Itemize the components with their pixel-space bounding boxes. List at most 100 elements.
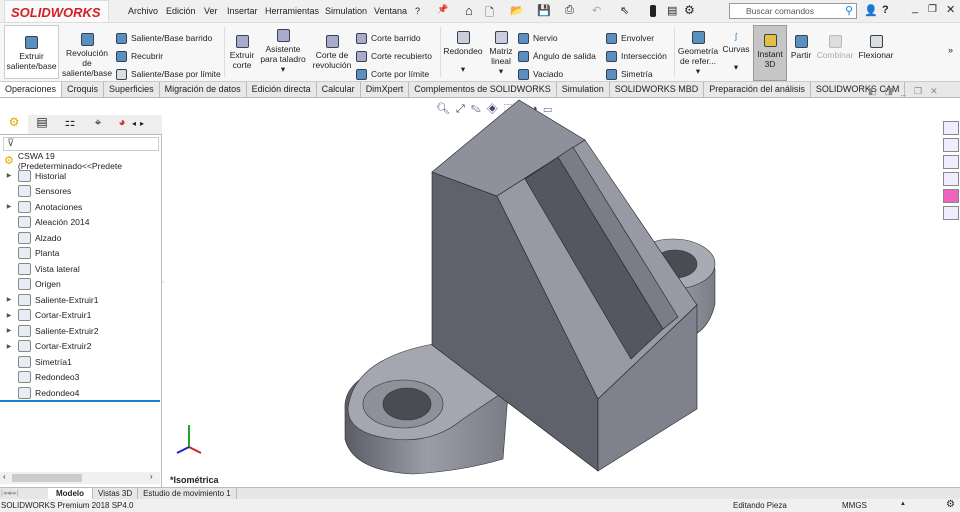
lofted-cut-button[interactable]: Corte recubierto bbox=[356, 47, 432, 65]
graphics-area[interactable]: 🔍︎⤢✎◈⬚◐◑▭ *Isométrica bbox=[163, 99, 960, 487]
swept-cut-button[interactable]: Corte barrido bbox=[356, 29, 432, 47]
display-manager-tab-icon[interactable]: ◕ bbox=[112, 115, 132, 134]
tab-scroll-right-icon[interactable]: ▸ bbox=[136, 115, 144, 134]
print-icon[interactable]: ⎙ bbox=[565, 4, 574, 17]
tab-modelo[interactable]: Modelo bbox=[48, 488, 93, 499]
boundary-cut-button[interactable]: Corte por límite bbox=[356, 65, 432, 83]
boundary-boss-button[interactable]: Saliente/Base por límite bbox=[116, 65, 221, 83]
extruded-cut-button[interactable]: Extruir corte bbox=[228, 35, 256, 70]
tab-motion-study[interactable]: Estudio de movimiento 1 bbox=[138, 488, 237, 499]
tree-item[interactable]: ▶ Cortar-Extruir2 bbox=[0, 339, 91, 354]
help-icon[interactable]: ? bbox=[882, 4, 889, 16]
expand-arrow-icon[interactable]: ▶ bbox=[0, 296, 18, 303]
draft-button[interactable]: Ángulo de salida bbox=[518, 47, 596, 65]
scroll-left-icon[interactable]: ‹ bbox=[3, 472, 6, 481]
expand-arrow-icon[interactable]: ▶ bbox=[0, 172, 18, 179]
tab-dimxpert[interactable]: DimXpert bbox=[361, 82, 410, 97]
tab-calcular[interactable]: Calcular bbox=[317, 82, 361, 97]
menu-ventana[interactable]: Ventana bbox=[374, 6, 407, 16]
minimize-button[interactable]: _ bbox=[912, 2, 918, 14]
tree-item[interactable]: Alzado bbox=[0, 230, 61, 245]
fillet-button[interactable]: Redondeo ▾ bbox=[443, 31, 483, 74]
wrap-button[interactable]: Envolver bbox=[606, 29, 667, 47]
panel-window-controls[interactable]: ◧◨_❐✕ bbox=[868, 86, 946, 97]
file-properties-icon[interactable]: ▤ bbox=[667, 4, 677, 17]
menu-simulation[interactable]: Simulation bbox=[325, 6, 367, 16]
restore-button[interactable]: ❐ bbox=[928, 4, 937, 15]
featuremanager-tab-icon[interactable]: ⚙ bbox=[0, 115, 28, 134]
tree-item[interactable]: Simetría1 bbox=[0, 354, 72, 369]
new-file-icon[interactable]: 🗋 bbox=[485, 4, 494, 23]
revolve-boss-button[interactable]: Revolución de saliente/base bbox=[62, 33, 112, 78]
tab-migraci-n-de-datos[interactable]: Migración de datos bbox=[160, 82, 247, 97]
tree-item[interactable]: Planta bbox=[0, 246, 59, 261]
intersect-button[interactable]: Intersección bbox=[606, 47, 667, 65]
rollback-bar[interactable] bbox=[0, 400, 160, 402]
expand-arrow-icon[interactable]: ▶ bbox=[0, 343, 18, 350]
expand-arrow-icon[interactable]: ▶ bbox=[0, 203, 18, 210]
tree-item[interactable]: Origen bbox=[0, 277, 61, 292]
tree-item[interactable]: ▶ Saliente-Extruir1 bbox=[0, 292, 99, 307]
units-selector[interactable]: MMGS bbox=[842, 501, 867, 510]
tab-vistas-3d[interactable]: Vistas 3D bbox=[93, 488, 139, 499]
split-button[interactable]: Partir bbox=[789, 35, 813, 60]
tab-nav-arrows-icon[interactable]: |◂◂▸▸| bbox=[0, 488, 48, 499]
horizontal-scrollbar[interactable]: ‹ › bbox=[0, 472, 160, 484]
tree-item[interactable]: Redondeo3 bbox=[0, 370, 79, 385]
dimxpert-tab-icon[interactable]: ⌖ bbox=[84, 115, 112, 134]
curves-button[interactable]: ∫ Curvas ▾ bbox=[722, 31, 750, 72]
tree-item[interactable]: Redondeo4 bbox=[0, 385, 79, 400]
tree-root[interactable]: ⚙ CSWA 19 (Predeterminado<<Predete bbox=[0, 151, 161, 171]
tree-item[interactable]: ▶ Historial bbox=[0, 168, 66, 183]
extrude-boss-button[interactable]: Extruir saliente/base bbox=[4, 25, 59, 79]
hole-wizard-button[interactable]: Asistente para taladro ▾ bbox=[259, 29, 307, 74]
tab-complementos-de-solidworks[interactable]: Complementos de SOLIDWORKS bbox=[409, 82, 557, 97]
tab-croquis[interactable]: Croquis bbox=[62, 82, 105, 97]
home-icon[interactable]: ⌂ bbox=[465, 3, 473, 18]
search-commands-input[interactable]: Buscar comandos ⚲ bbox=[729, 3, 857, 19]
menu-insertar[interactable]: Insertar bbox=[227, 6, 258, 16]
reference-geometry-button[interactable]: Geometría de refer... ▾ bbox=[676, 31, 720, 76]
tab-operaciones[interactable]: Operaciones bbox=[0, 82, 63, 97]
rebuild-icon[interactable] bbox=[650, 5, 656, 17]
part-model[interactable] bbox=[163, 99, 960, 487]
tree-item[interactable]: Sensores bbox=[0, 184, 71, 199]
units-dropdown-icon[interactable]: ▲ bbox=[900, 501, 906, 507]
tab-edici-n-directa[interactable]: Edición directa bbox=[247, 82, 317, 97]
propertymanager-tab-icon[interactable]: ▤ bbox=[28, 115, 56, 134]
filter-input[interactable]: ⊽ bbox=[3, 137, 159, 151]
scroll-thumb[interactable] bbox=[12, 474, 82, 482]
close-button[interactable]: ✕ bbox=[946, 3, 955, 16]
tree-item[interactable]: Vista lateral bbox=[0, 261, 80, 276]
mirror-button[interactable]: Simetría bbox=[606, 65, 667, 83]
menu-archivo[interactable]: Archivo bbox=[128, 6, 158, 16]
pin-icon[interactable]: 📌 bbox=[437, 4, 448, 15]
menu-help[interactable]: ? bbox=[415, 6, 420, 16]
tree-item[interactable]: ▶ Saliente-Extruir2 bbox=[0, 323, 99, 338]
tab-simulation[interactable]: Simulation bbox=[557, 82, 610, 97]
undo-icon[interactable]: ↶ bbox=[592, 4, 601, 17]
scroll-right-icon[interactable]: › bbox=[150, 472, 153, 481]
menu-ver[interactable]: Ver bbox=[204, 6, 218, 16]
instant3d-button[interactable]: Instant 3D bbox=[753, 25, 787, 81]
tree-item[interactable]: ▶ Anotaciones bbox=[0, 199, 82, 214]
tab-solidworks-mbd[interactable]: SOLIDWORKS MBD bbox=[610, 82, 705, 97]
select-icon[interactable]: ⇖ bbox=[620, 4, 629, 17]
tab-preparaci-n-del-an-lisis[interactable]: Preparación del análisis bbox=[704, 82, 811, 97]
customize-status-icon[interactable]: ⚙ bbox=[946, 499, 955, 510]
expand-arrow-icon[interactable]: ▶ bbox=[0, 312, 18, 319]
user-icon[interactable]: 👤 bbox=[864, 4, 878, 17]
more-chevron-icon[interactable]: » bbox=[948, 45, 953, 55]
shell-button[interactable]: Vaciado bbox=[518, 65, 596, 83]
open-file-icon[interactable]: 📂 bbox=[510, 4, 524, 17]
tab-superficies[interactable]: Superficies bbox=[104, 82, 160, 97]
linear-pattern-button[interactable]: Matriz lineal ▾ bbox=[487, 31, 515, 76]
swept-boss-button[interactable]: Saliente/Base barrido bbox=[116, 29, 221, 47]
solidworks-logo[interactable]: SOLIDWORKS bbox=[4, 0, 109, 23]
tree-item[interactable]: Aleación 2014 bbox=[0, 215, 89, 230]
flex-button[interactable]: Flexionar bbox=[857, 35, 895, 60]
configurationmanager-tab-icon[interactable]: ⚏ bbox=[56, 115, 84, 134]
loft-button[interactable]: Recubrir bbox=[116, 47, 221, 65]
save-icon[interactable]: 💾 bbox=[537, 4, 551, 17]
rib-button[interactable]: Nervio bbox=[518, 29, 596, 47]
